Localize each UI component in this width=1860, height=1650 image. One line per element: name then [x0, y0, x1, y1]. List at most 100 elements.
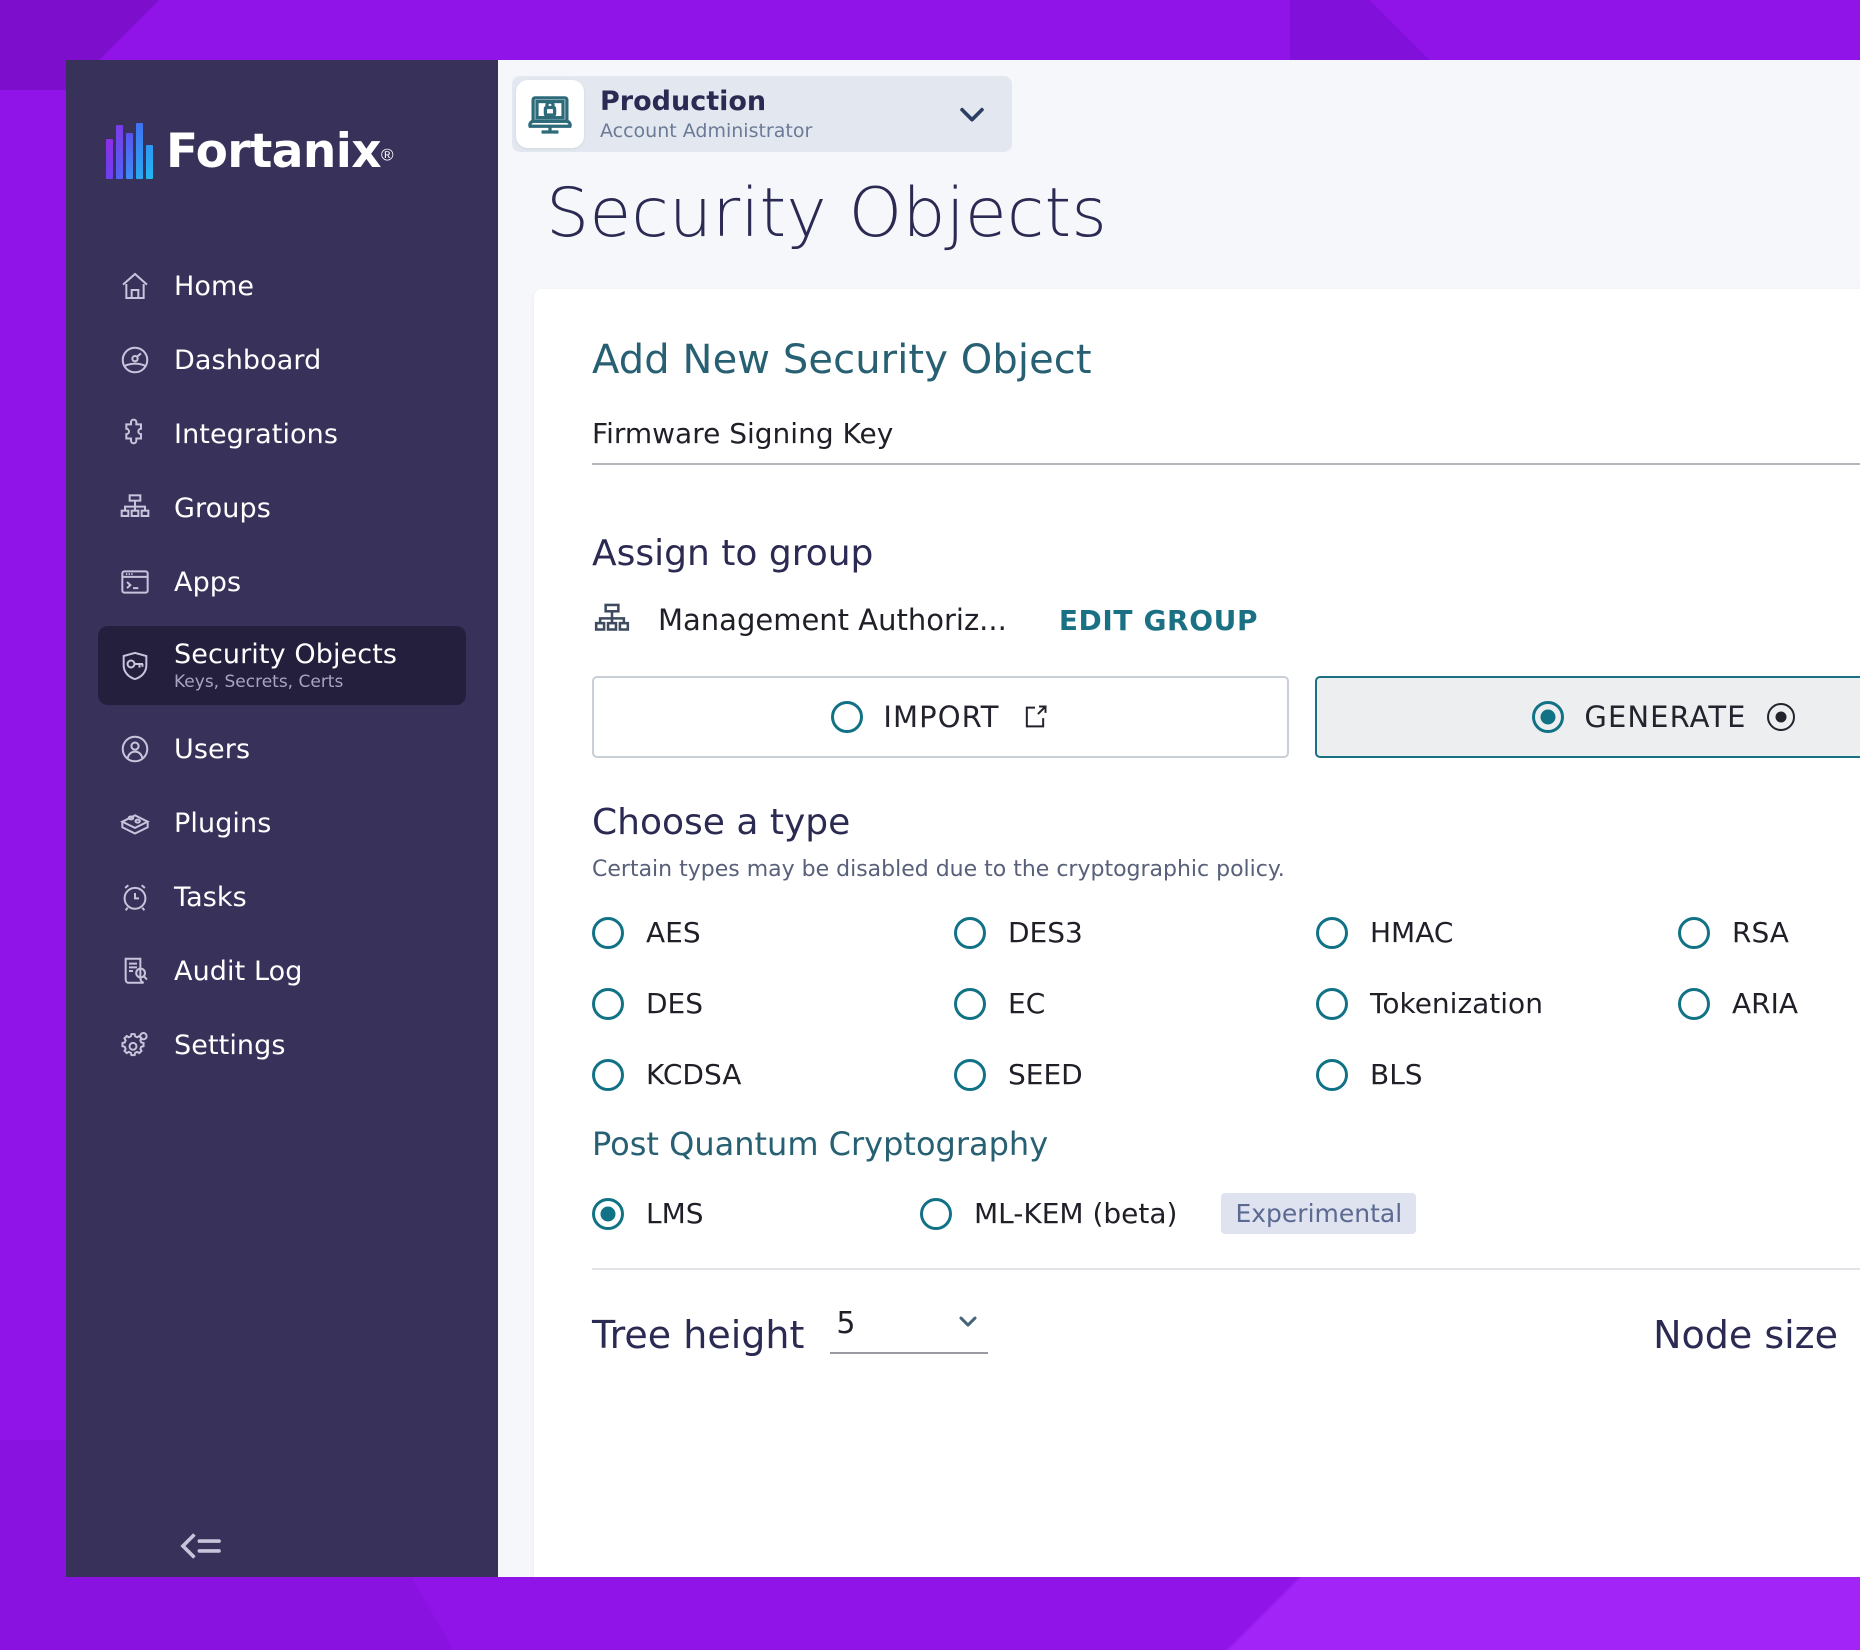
app-window: Fortanix® Home Dashboard Integrations Gr… [66, 60, 1860, 1577]
key-type-option[interactable]: DES [592, 987, 954, 1020]
collapse-sidebar-icon[interactable] [178, 1529, 224, 1563]
generate-button[interactable]: GENERATE [1315, 676, 1860, 758]
sidebar-item-label: Home [174, 270, 255, 302]
key-type-option[interactable]: ARIA [1678, 987, 1860, 1020]
sidebar-item-dashboard[interactable]: Dashboard [98, 330, 466, 390]
node-size-param: Node size 24 [1653, 1306, 1860, 1354]
tree-height-value: 5 [836, 1306, 856, 1341]
sidebar-item-label: Groups [174, 492, 271, 524]
laptop-lock-icon [516, 80, 584, 148]
org-tree-icon [592, 600, 632, 640]
sidebar-item-settings[interactable]: Settings [98, 1015, 466, 1075]
key-type-option[interactable]: SEED [954, 1058, 1316, 1091]
pqc-type-label: LMS [646, 1197, 704, 1230]
key-type-option[interactable]: Tokenization [1316, 987, 1678, 1020]
pqc-type-option-lms[interactable]: LMS [592, 1197, 920, 1230]
radio-icon [1316, 987, 1348, 1020]
radio-icon [954, 987, 986, 1020]
section-divider [592, 1268, 1860, 1270]
sidebar-item-integrations[interactable]: Integrations [98, 404, 466, 464]
security-object-name-input[interactable] [592, 417, 1860, 450]
sidebar: Fortanix® Home Dashboard Integrations Gr… [66, 60, 498, 1577]
sidebar-item-home[interactable]: Home [98, 256, 466, 316]
sidebar-nav: Home Dashboard Integrations Groups Apps … [66, 256, 498, 1089]
sidebar-item-label: Audit Log [174, 955, 303, 987]
key-type-option[interactable]: BLS [1316, 1058, 1678, 1091]
chevron-down-icon [954, 1307, 982, 1340]
radio-icon [592, 1058, 624, 1091]
brick-icon [118, 806, 152, 840]
key-type-label: AES [646, 916, 701, 949]
puzzle-icon [118, 417, 152, 451]
sidebar-item-label: Tasks [174, 881, 247, 913]
sidebar-item-label: Plugins [174, 807, 272, 839]
pqc-type-label: ML-KEM (beta) [974, 1197, 1178, 1230]
document-search-icon [118, 954, 152, 988]
radio-icon [920, 1197, 952, 1230]
generate-radio-icon [1532, 701, 1565, 733]
tree-height-param: Tree height 5 [592, 1306, 989, 1357]
chevron-down-icon[interactable] [952, 94, 992, 134]
sidebar-item-security-objects[interactable]: Security Objects Keys, Secrets, Certs [98, 626, 466, 705]
account-selector[interactable]: Production Account Administrator [512, 76, 1012, 152]
assigned-group-row: Management Authoriz... EDIT GROUP [592, 600, 1860, 640]
radio-icon [1678, 916, 1710, 949]
page-title: Security Objects [546, 174, 1107, 253]
gauge-icon [118, 343, 152, 377]
pqc-type-option-mlkem[interactable]: ML-KEM (beta) Experimental [920, 1193, 1417, 1234]
import-file-icon [1020, 702, 1050, 732]
generate-label: GENERATE [1584, 700, 1747, 734]
key-type-option[interactable]: AES [592, 916, 954, 949]
lms-parameters-row: Tree height 5 Node size 24 [592, 1306, 1860, 1354]
key-type-option[interactable]: KCDSA [592, 1058, 954, 1091]
gear-icon [118, 1028, 152, 1062]
key-type-label: DES [646, 987, 704, 1020]
sidebar-item-label: Apps [174, 566, 242, 598]
post-quantum-heading: Post Quantum Cryptography [592, 1125, 1049, 1163]
security-object-name-field[interactable] [592, 417, 1860, 465]
sidebar-item-groups[interactable]: Groups [98, 478, 466, 538]
key-type-option[interactable]: HMAC [1316, 916, 1678, 949]
generate-dot-icon [1766, 703, 1795, 731]
import-generate-toggle: IMPORT GENERATE [592, 676, 1860, 758]
sidebar-item-apps[interactable]: Apps [98, 552, 466, 612]
import-button[interactable]: IMPORT [592, 676, 1289, 758]
add-security-object-card: Add New Security Object Assign to group … [534, 289, 1860, 1577]
card-title: Add New Security Object [592, 337, 1092, 383]
import-label: IMPORT [883, 700, 1000, 734]
sidebar-item-users[interactable]: Users [98, 719, 466, 779]
radio-icon [954, 1058, 986, 1091]
edit-group-button[interactable]: EDIT GROUP [1059, 604, 1258, 637]
key-type-option[interactable]: DES3 [954, 916, 1316, 949]
post-quantum-options: LMS ML-KEM (beta) Experimental [592, 1193, 1860, 1234]
top-bar: Production Account Administrator [498, 60, 1860, 168]
tree-height-select[interactable]: 5 [830, 1306, 989, 1354]
account-name: Production [600, 86, 767, 118]
experimental-badge: Experimental [1221, 1193, 1417, 1234]
choose-type-heading: Choose a type [592, 802, 851, 843]
sidebar-item-label: Settings [174, 1029, 286, 1061]
key-type-option[interactable]: RSA [1678, 916, 1860, 949]
sidebar-item-label: Security Objects [174, 639, 398, 670]
tree-height-label: Tree height [592, 1313, 805, 1357]
radio-icon [1316, 1058, 1348, 1091]
key-type-option[interactable]: EC [954, 987, 1316, 1020]
assign-to-group-heading: Assign to group [592, 533, 874, 574]
user-circle-icon [118, 732, 152, 766]
sidebar-item-plugins[interactable]: Plugins [98, 793, 466, 853]
sidebar-item-tasks[interactable]: Tasks [98, 867, 466, 927]
import-radio-icon [831, 701, 864, 733]
key-type-label: EC [1008, 987, 1046, 1020]
sidebar-item-sublabel: Keys, Secrets, Certs [174, 672, 344, 692]
key-type-label: DES3 [1008, 916, 1083, 949]
node-size-label: Node size [1653, 1313, 1838, 1357]
radio-icon [592, 916, 624, 949]
key-type-label: Tokenization [1370, 987, 1543, 1020]
assigned-group-name: Management Authoriz... [658, 603, 1007, 637]
home-icon [118, 269, 152, 303]
key-type-label: KCDSA [646, 1058, 742, 1091]
sidebar-item-label: Integrations [174, 418, 339, 450]
radio-icon [1316, 916, 1348, 949]
sidebar-item-audit-log[interactable]: Audit Log [98, 941, 466, 1001]
radio-icon [592, 1197, 624, 1230]
